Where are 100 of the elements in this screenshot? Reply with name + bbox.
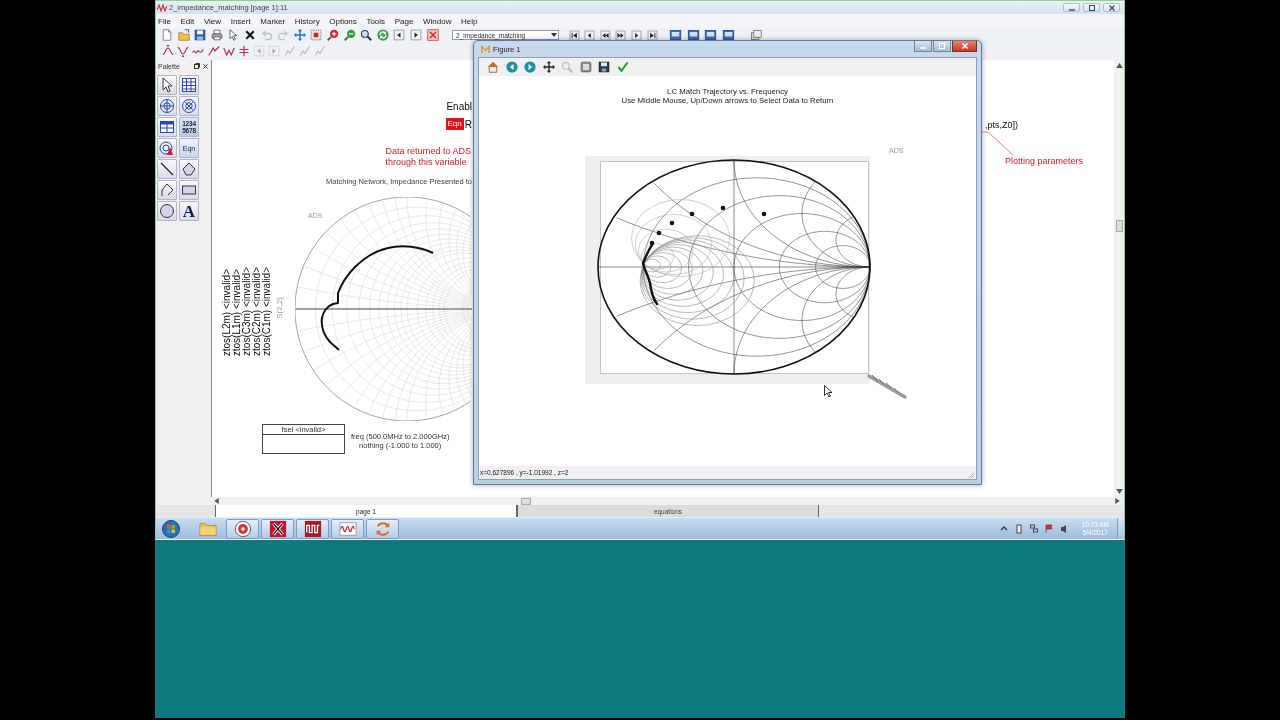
palette-button[interactable]: [179, 180, 199, 200]
legend-text: ztos(C1m) <invalid>: [262, 267, 272, 356]
palette-button[interactable]: [157, 159, 177, 179]
palette-button[interactable]: A: [179, 201, 199, 221]
close-button[interactable]: [952, 41, 977, 52]
zoom-out-icon[interactable]: [343, 29, 356, 41]
last-page-icon[interactable]: [646, 29, 658, 41]
square-frame-icon[interactable]: [579, 61, 592, 73]
start-button[interactable]: [162, 519, 180, 538]
scroll-left-icon[interactable]: [214, 498, 219, 504]
window-layout-icon[interactable]: [704, 29, 718, 41]
new-file-icon[interactable]: [161, 29, 173, 41]
stop-icon[interactable]: [426, 29, 439, 41]
minimize-button[interactable]: [914, 41, 932, 52]
polyline-icon: [159, 182, 175, 198]
menu-item[interactable]: View: [203, 16, 222, 26]
horizontal-scrollbar[interactable]: [156, 497, 1124, 505]
data-point[interactable]: [649, 240, 655, 246]
data-point[interactable]: [720, 205, 726, 211]
layers-icon[interactable]: [749, 29, 762, 41]
legend-text: ztos(L2m) <invalid>: [222, 268, 232, 356]
palette-button[interactable]: [179, 96, 199, 116]
check-icon[interactable]: [616, 61, 629, 73]
resize-grip-icon[interactable]: [968, 472, 975, 479]
flag-icon[interactable]: [1044, 523, 1053, 534]
palette-button[interactable]: [157, 201, 177, 221]
menu-item[interactable]: Window: [423, 16, 452, 26]
maximize-icon: [938, 43, 946, 49]
first-page-icon[interactable]: [568, 29, 580, 41]
scroll-down-icon[interactable]: [1115, 489, 1123, 494]
maximize-button[interactable]: [933, 41, 951, 52]
palette-button[interactable]: [157, 180, 177, 200]
maximize-icon: [1087, 4, 1096, 11]
palette-button[interactable]: [179, 159, 199, 179]
legend-text: ztos(C2m) <invalid>: [252, 267, 262, 356]
taskbar-button[interactable]: [331, 518, 364, 539]
menu-item[interactable]: Tools: [366, 16, 386, 26]
mouse-pointer-icon: [824, 385, 832, 397]
data-point[interactable]: [689, 211, 695, 217]
legend-text: ztos(C3m) <invalid>: [242, 267, 252, 356]
zoom-box-icon[interactable]: [310, 29, 323, 41]
pointer-icon[interactable]: [227, 29, 240, 41]
line-marker-icon[interactable]: [207, 45, 220, 57]
data-point[interactable]: [761, 211, 767, 217]
antenna-plot-icon: [159, 140, 175, 156]
restore-icon[interactable]: [194, 63, 200, 69]
delete-icon[interactable]: [243, 29, 256, 41]
v-marker-icon[interactable]: [222, 45, 235, 57]
magnifier-icon[interactable]: [360, 29, 373, 41]
circle-icon: [159, 203, 175, 219]
menu-item[interactable]: Insert: [230, 16, 251, 26]
grid-icon: [181, 77, 197, 93]
scroll-right-icon[interactable]: [1115, 498, 1120, 504]
minimize-button[interactable]: [1063, 3, 1080, 12]
menu-item[interactable]: Help: [461, 16, 478, 26]
zoom-in-icon[interactable]: [326, 29, 339, 41]
network-icon[interactable]: [1029, 523, 1038, 534]
axis-label: S(2,2): [276, 297, 284, 319]
maximize-button[interactable]: [1083, 3, 1100, 12]
menu-item[interactable]: Marker: [260, 16, 286, 26]
peak-marker-icon[interactable]: [162, 45, 174, 57]
scroll-thumb[interactable]: [521, 497, 531, 505]
folder-icon[interactable]: [177, 29, 190, 41]
menu-item[interactable]: File: [158, 16, 171, 26]
move-icon[interactable]: [542, 61, 555, 73]
data-point[interactable]: [669, 220, 675, 226]
menu-item[interactable]: History: [294, 16, 320, 26]
vertical-scrollbar[interactable]: [1114, 60, 1124, 497]
data-point[interactable]: [656, 230, 662, 236]
equation-badge: Eqn: [445, 118, 464, 130]
app-icon: [481, 44, 490, 54]
menu-item[interactable]: Options: [329, 16, 357, 26]
menu-item[interactable]: Edit: [180, 16, 195, 26]
scroll-thumb[interactable]: [1115, 220, 1123, 232]
printer-icon[interactable]: [210, 29, 223, 41]
palette-button[interactable]: [157, 75, 177, 95]
window-layout-icon[interactable]: [722, 29, 736, 41]
smith-chart-icon: [159, 98, 175, 114]
taskbar-button[interactable]: [296, 518, 329, 539]
palette-button[interactable]: [157, 117, 177, 137]
split-line-icon[interactable]: [237, 45, 250, 57]
left-step-icon[interactable]: [599, 29, 611, 41]
scroll-up-icon[interactable]: [1115, 63, 1123, 68]
taskbar-button[interactable]: [261, 518, 294, 539]
valley-marker-icon[interactable]: [177, 45, 190, 57]
waveform-icon: [338, 519, 357, 538]
palette-button[interactable]: [157, 138, 177, 158]
right-step-icon[interactable]: [615, 29, 627, 41]
home-icon[interactable]: [487, 61, 499, 73]
back-icon[interactable]: [505, 61, 518, 73]
speaker-icon[interactable]: [1059, 523, 1068, 534]
window-layout-icon[interactable]: [686, 29, 700, 41]
leader-line: [982, 131, 1014, 156]
palette-button[interactable]: [179, 75, 199, 95]
close-icon[interactable]: [203, 63, 208, 69]
forward-icon[interactable]: [524, 61, 536, 73]
window-layout-icon[interactable]: [669, 29, 683, 41]
close-button[interactable]: [1103, 3, 1120, 12]
device-icon[interactable]: [1014, 523, 1023, 534]
menu-item[interactable]: Page: [394, 16, 414, 26]
